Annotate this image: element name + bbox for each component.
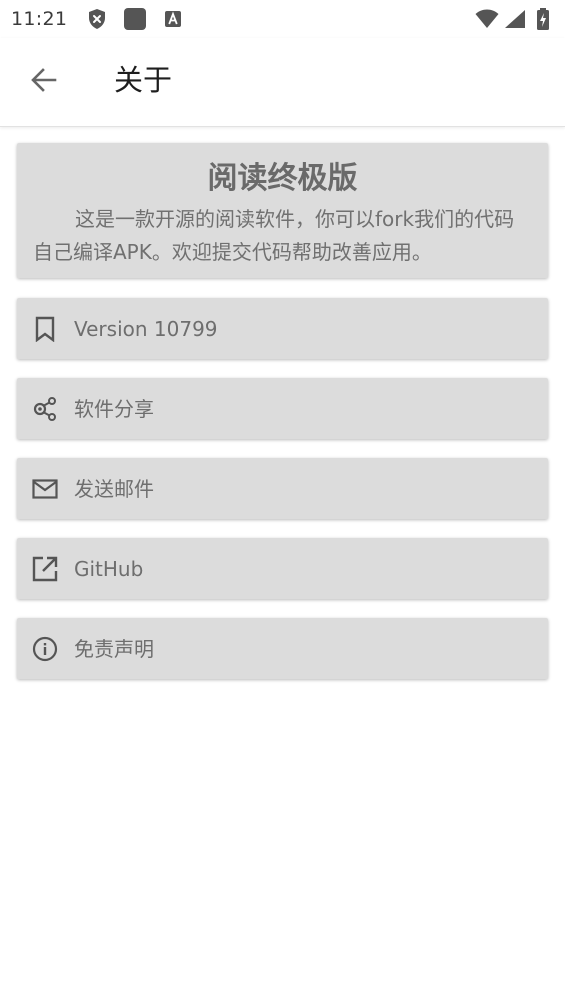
share-row[interactable]: 软件分享 [17, 378, 548, 439]
share-label: 软件分享 [74, 396, 154, 421]
shield-x-icon [85, 7, 109, 31]
status-bar-left: 11:21 [11, 7, 185, 31]
status-bar: 11:21 [0, 0, 565, 38]
status-bar-right [475, 7, 555, 31]
disclaimer-row[interactable]: 免责声明 [17, 618, 548, 679]
email-label: 发送邮件 [74, 476, 154, 501]
back-button[interactable] [22, 58, 66, 102]
wifi-icon [475, 7, 499, 31]
disclaimer-card[interactable]: 免责声明 [17, 618, 548, 679]
arrow-back-icon [30, 66, 58, 94]
version-label: Version 10799 [74, 316, 218, 341]
bookmark-icon [32, 316, 58, 342]
font-a-icon [161, 7, 185, 31]
signal-icon [503, 7, 527, 31]
github-row[interactable]: GitHub [17, 538, 548, 599]
open-external-icon [32, 556, 58, 582]
page-title: 关于 [114, 63, 173, 97]
info-icon [32, 636, 58, 662]
status-time: 11:21 [11, 8, 68, 30]
about-card: 阅读终极版 这是一款开源的阅读软件，你可以fork我们的代码自己编译APK。欢迎… [17, 143, 548, 278]
mail-icon [32, 476, 58, 502]
app-bar: 关于 [0, 38, 565, 127]
share-icon [32, 396, 58, 422]
email-card[interactable]: 发送邮件 [17, 458, 548, 519]
disclaimer-label: 免责声明 [74, 636, 154, 661]
version-row[interactable]: Version 10799 [17, 298, 548, 359]
square-icon [123, 7, 147, 31]
share-card[interactable]: 软件分享 [17, 378, 548, 439]
email-row[interactable]: 发送邮件 [17, 458, 548, 519]
app-name-heading: 阅读终极版 [207, 161, 358, 196]
version-card[interactable]: Version 10799 [17, 298, 548, 359]
github-card[interactable]: GitHub [17, 538, 548, 599]
battery-icon [531, 7, 555, 31]
app-description: 这是一款开源的阅读软件，你可以fork我们的代码自己编译APK。欢迎提交代码帮助… [33, 207, 515, 264]
github-label: GitHub [74, 556, 144, 581]
